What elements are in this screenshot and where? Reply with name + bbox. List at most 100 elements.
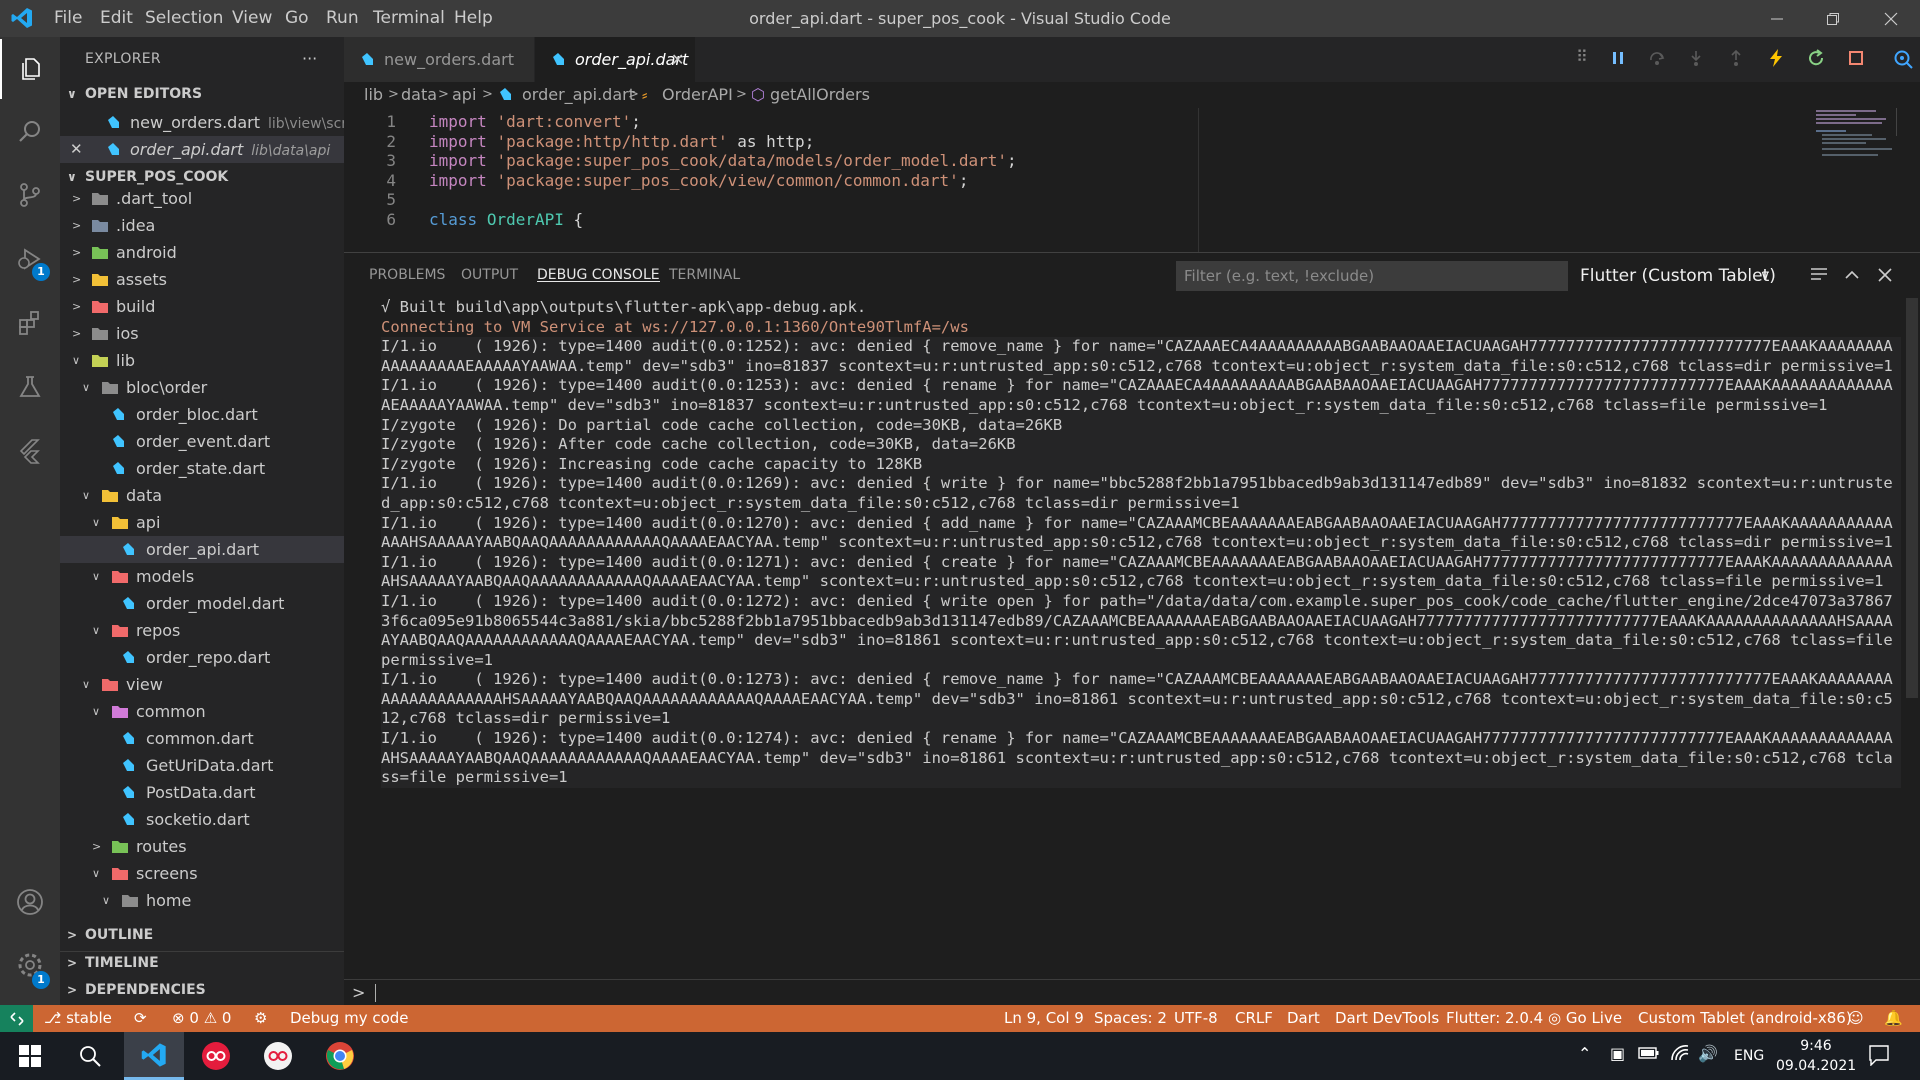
console-input[interactable]: > <box>344 979 1920 1006</box>
tree-file[interactable]: socketio.dart <box>60 806 344 833</box>
tree-folder[interactable]: > routes <box>60 833 344 860</box>
encoding[interactable]: UTF-8 <box>1174 1005 1218 1032</box>
debug-session-select[interactable]: Flutter (Custom Tablet) ∨ <box>1580 261 1780 291</box>
tree-file[interactable]: common.dart <box>60 725 344 752</box>
close-panel-icon[interactable] <box>1877 267 1893 283</box>
code-editor[interactable]: 1 import 'dart:convert'; 2 import 'package:… <box>344 108 1920 252</box>
restart-icon[interactable] <box>1808 49 1826 67</box>
run-debug-icon[interactable]: 1 <box>0 229 60 289</box>
taskbar-search-icon[interactable] <box>60 1032 120 1080</box>
tree-folder[interactable]: > build <box>60 293 344 320</box>
tree-folder[interactable]: ∨ lib <box>60 347 344 374</box>
sync-icon[interactable]: ⟳ <box>134 1005 147 1032</box>
menu-file[interactable]: File <box>54 0 82 37</box>
menu-run[interactable]: Run <box>326 0 359 37</box>
tree-folder[interactable]: ∨ common <box>60 698 344 725</box>
breadcrumb-item[interactable]: getAllOrders <box>770 82 870 108</box>
tree-file[interactable]: order_state.dart <box>60 455 344 482</box>
flutter-icon[interactable] <box>0 421 60 481</box>
console-scrollbar[interactable] <box>1906 298 1918 698</box>
panel-tab-output[interactable]: OUTPUT <box>461 253 518 297</box>
breadcrumb-item[interactable]: lib <box>364 82 383 108</box>
taskbar-chrome-icon[interactable] <box>310 1032 370 1080</box>
notifications-bell-icon[interactable]: 🔔 <box>1884 1005 1903 1032</box>
debug-console-output[interactable]: √ Built build\app\outputs\flutter-apk\ap… <box>381 298 1901 978</box>
accounts-icon[interactable] <box>0 872 60 932</box>
tree-folder[interactable]: > .dart_tool <box>60 185 344 212</box>
tree-file[interactable]: order_event.dart <box>60 428 344 455</box>
tray-device-icon[interactable]: ▣ <box>1610 1044 1625 1063</box>
debug-config-label[interactable]: Debug my code <box>290 1005 409 1032</box>
menu-go[interactable]: Go <box>285 0 309 37</box>
taskbar-app-red-icon[interactable] <box>186 1032 246 1080</box>
close-icon[interactable]: ✕ <box>70 136 83 163</box>
tree-file[interactable]: order_model.dart <box>60 590 344 617</box>
tray-clock[interactable]: 9:46 09.04.2021 <box>1776 1036 1856 1076</box>
clear-console-icon[interactable] <box>1810 267 1828 283</box>
tree-folder[interactable]: ∨ bloc\order <box>60 374 344 401</box>
breadcrumb-item[interactable]: order_api.dart <box>522 82 635 108</box>
breadcrumb-item[interactable]: api <box>452 82 476 108</box>
open-editor-item[interactable]: new_orders.dart lib\view\scr... <box>60 109 359 136</box>
minimize-button[interactable] <box>1754 0 1800 37</box>
indentation[interactable]: Spaces: 2 <box>1094 1005 1167 1032</box>
step-over-icon[interactable] <box>1649 50 1665 66</box>
taskbar-app-white-icon[interactable] <box>248 1032 308 1080</box>
tree-folder[interactable]: ∨ screens <box>60 860 344 887</box>
tray-battery-icon[interactable] <box>1638 1045 1660 1064</box>
tree-file[interactable]: PostData.dart <box>60 779 344 806</box>
tray-wifi-icon[interactable] <box>1670 1044 1690 1066</box>
tree-folder[interactable]: > assets <box>60 266 344 293</box>
hot-reload-icon[interactable] <box>1768 49 1784 67</box>
search-icon[interactable] <box>0 102 60 162</box>
cursor-position[interactable]: Ln 9, Col 9 <box>1004 1005 1084 1032</box>
source-control-icon[interactable] <box>0 165 60 225</box>
close-window-button[interactable] <box>1868 0 1914 37</box>
device-selector[interactable]: Custom Tablet (android-x86) <box>1638 1005 1852 1032</box>
problems-indicator[interactable]: ⊗ 0 ⚠ 0 <box>172 1005 231 1032</box>
open-editor-item-active[interactable]: ✕ order_api.dart lib\data\api <box>60 136 344 163</box>
tray-language[interactable]: ENG <box>1734 1032 1764 1080</box>
timeline-section[interactable]: > TIMELINE <box>60 951 344 975</box>
tray-volume-icon[interactable]: 🔊 <box>1698 1044 1718 1063</box>
dart-devtools[interactable]: Dart DevTools <box>1335 1005 1439 1032</box>
tree-file[interactable]: order_api.dart <box>60 536 344 563</box>
stop-icon[interactable] <box>1848 50 1864 66</box>
drag-handle-icon[interactable]: ⠿ <box>1576 47 1588 66</box>
step-into-icon[interactable] <box>1688 50 1704 66</box>
restore-button[interactable] <box>1810 0 1856 37</box>
tree-folder[interactable]: ∨ models <box>60 563 344 590</box>
menu-selection[interactable]: Selection <box>145 0 223 37</box>
step-out-icon[interactable] <box>1728 50 1744 66</box>
tree-folder[interactable]: > ios <box>60 320 344 347</box>
tab-new-orders[interactable]: new_orders.dart <box>344 37 534 82</box>
line-ending[interactable]: CRLF <box>1235 1005 1273 1032</box>
tree-folder[interactable]: > android <box>60 239 344 266</box>
taskbar-vscode-icon[interactable] <box>124 1032 184 1080</box>
breadcrumb-item[interactable]: OrderAPI <box>662 82 733 108</box>
extensions-icon[interactable] <box>0 293 60 353</box>
settings-gear-icon[interactable]: 1 <box>0 935 60 995</box>
tree-folder[interactable]: ∨ data <box>60 482 344 509</box>
tree-file[interactable]: order_repo.dart <box>60 644 344 671</box>
menu-terminal[interactable]: Terminal <box>373 0 445 37</box>
tray-chevron-up-icon[interactable]: ⌃ <box>1578 1044 1591 1063</box>
menu-view[interactable]: View <box>232 0 272 37</box>
more-actions-button[interactable]: ··· <box>302 37 317 81</box>
console-filter-input[interactable]: Filter (e.g. text, !exclude) <box>1176 261 1568 291</box>
testing-icon[interactable] <box>0 357 60 417</box>
go-live-button[interactable]: ◎ Go Live <box>1548 1005 1622 1032</box>
outline-section[interactable]: > OUTLINE <box>60 923 344 947</box>
feedback-icon[interactable]: ☺ <box>1848 1005 1864 1032</box>
remote-icon[interactable] <box>0 1005 33 1032</box>
panel-tab-terminal[interactable]: TERMINAL <box>669 253 740 297</box>
tree-file[interactable]: GetUriData.dart <box>60 752 344 779</box>
language-mode[interactable]: Dart <box>1287 1005 1320 1032</box>
action-center-icon[interactable] <box>1868 1044 1890 1070</box>
tree-file[interactable]: order_bloc.dart <box>60 401 344 428</box>
menu-edit[interactable]: Edit <box>100 0 133 37</box>
tree-folder[interactable]: ∨ home <box>60 887 344 914</box>
windows-start-icon[interactable] <box>0 1032 60 1080</box>
breadcrumb-item[interactable]: data <box>401 82 437 108</box>
panel-tab-problems[interactable]: PROBLEMS <box>369 253 445 297</box>
